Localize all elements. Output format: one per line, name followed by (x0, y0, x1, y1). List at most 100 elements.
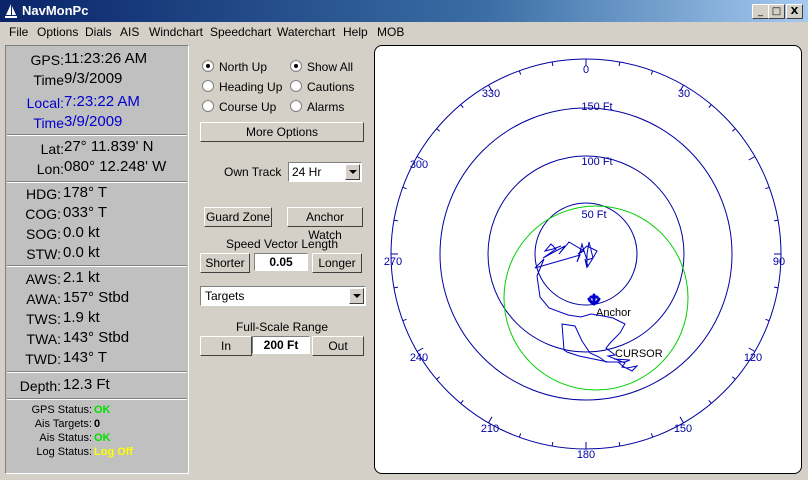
separator (7, 181, 187, 183)
radio-icon (202, 100, 214, 112)
more-options-button[interactable]: More Options (200, 122, 364, 142)
bearing-tick (650, 70, 654, 75)
stw-value: 0.0 kt (63, 244, 100, 261)
bearing-tick (393, 286, 398, 289)
heading-up-radio[interactable]: Heading Up (202, 80, 282, 94)
bearing-tick (393, 219, 398, 222)
ring-150ft (439, 107, 733, 401)
menu-help[interactable]: Help (343, 25, 368, 39)
controls-panel: North Up Heading Up Course Up Show All C… (196, 45, 368, 472)
separator (7, 265, 187, 267)
bearing-tick (436, 376, 441, 380)
maximize-button[interactable]: □ (768, 4, 785, 19)
cautions-radio[interactable]: Cautions (290, 80, 354, 94)
bearing-ticks (391, 59, 781, 449)
longer-button[interactable]: Longer (312, 253, 362, 273)
menu-dials[interactable]: Dials (85, 25, 112, 39)
dropdown-arrow-icon[interactable] (345, 164, 360, 180)
menu-options[interactable]: Options (37, 25, 78, 39)
speed-vector-label: Speed Vector Length (225, 237, 339, 251)
bearing-tick (708, 104, 712, 109)
guard-zone-button[interactable]: Guard Zone (204, 207, 272, 227)
anchor-icon (587, 293, 601, 306)
bearing-tick (765, 186, 770, 190)
menu-speedchart[interactable]: Speedchart (210, 25, 271, 39)
bearing-tick (618, 61, 621, 66)
zoom-in-button[interactable]: In (200, 336, 252, 356)
anchor-watch-button[interactable]: Anchor Watch (287, 207, 363, 242)
targets-select[interactable]: Targets (200, 286, 366, 306)
ais-status-label: Ais Status: (39, 432, 92, 444)
bearing-tick (748, 347, 756, 352)
ais-targets-value: 0 (94, 418, 101, 430)
twa-value: 143° Stbd (63, 329, 130, 346)
menu-file[interactable]: File (9, 25, 28, 39)
radar-display[interactable]: 0 30 90 120 150 180 210 240 270 300 330 … (374, 45, 802, 474)
bearing-tick (518, 70, 522, 75)
radio-icon (290, 80, 302, 92)
menu-bar: File Options Dials AIS Windchart Speedch… (0, 22, 808, 42)
bearing-label-120: 120 (744, 352, 762, 364)
lat-label: Lat: (40, 141, 64, 157)
tws-label: TWS: (26, 311, 61, 327)
twa-label: TWA: (26, 331, 61, 347)
local-time-label: Local: (26, 95, 64, 111)
bearing-tick (765, 318, 770, 322)
instrument-panel: GPS: 11:23:26 AM Time 9/3/2009 Local: 7:… (5, 45, 189, 474)
range-value: 200 Ft (252, 336, 310, 354)
outer-ring (390, 58, 782, 450)
menu-ais[interactable]: AIS (120, 25, 139, 39)
lat-value: 27° 11.839' N (64, 138, 154, 155)
north-up-radio[interactable]: North Up (202, 60, 267, 74)
bearing-label-0: 0 (583, 64, 589, 76)
zoom-out-button[interactable]: Out (312, 336, 364, 356)
bearing-tick (708, 399, 712, 404)
separator (7, 134, 187, 136)
menu-waterchart[interactable]: Waterchart (277, 25, 335, 39)
tws-value: 1.9 kt (63, 309, 100, 326)
full-scale-range-label: Full-Scale Range (235, 320, 329, 334)
bearing-tick (518, 433, 522, 438)
bearing-tick (436, 128, 441, 132)
shorter-button[interactable]: Shorter (200, 253, 250, 273)
bearing-tick (402, 318, 407, 322)
minimize-button[interactable]: _ (752, 4, 769, 19)
separator (7, 398, 187, 400)
radio-icon (202, 80, 214, 92)
cog-value: 033° T (63, 204, 108, 221)
bearing-label-90: 90 (773, 256, 785, 268)
ring-label-100ft: 100 Ft (581, 156, 612, 168)
bearing-tick (731, 376, 736, 380)
bearing-tick (551, 442, 554, 447)
gps-time-label: GPS: (30, 52, 64, 68)
anchor-label: Anchor (596, 307, 631, 319)
sog-label: SOG: (25, 226, 61, 242)
gps-status-value: OK (94, 404, 111, 416)
close-button[interactable]: X (786, 4, 803, 19)
sog-value: 0.0 kt (63, 224, 100, 241)
gps-time-value: 11:23:26 AM (64, 50, 148, 67)
bearing-label-150: 150 (674, 423, 692, 435)
menu-windchart[interactable]: Windchart (149, 25, 203, 39)
bearing-label-330: 330 (482, 88, 500, 100)
menu-mob[interactable]: MOB (377, 25, 404, 39)
north-up-label: North Up (219, 60, 268, 74)
show-all-radio[interactable]: Show All (290, 60, 353, 74)
own-track-select[interactable]: 24 Hr (288, 162, 362, 182)
gps-date-label: Time (33, 72, 64, 88)
cautions-label: Cautions (307, 80, 355, 94)
hdg-value: 178° T (63, 184, 108, 201)
awa-label: AWA: (26, 291, 61, 307)
own-track-label: Own Track (224, 165, 282, 179)
cursor-label: CURSOR (615, 348, 663, 360)
heading-up-label: Heading Up (219, 80, 283, 94)
radar-plot[interactable]: 0 30 90 120 150 180 210 240 270 300 330 … (375, 46, 801, 473)
bearing-label-180: 180 (577, 449, 595, 461)
ais-targets-label: Ais Targets: (34, 418, 92, 430)
course-up-radio[interactable]: Course Up (202, 100, 276, 114)
show-all-label: Show All (307, 60, 354, 74)
dropdown-arrow-icon[interactable] (349, 288, 364, 304)
bearing-tick (748, 156, 756, 161)
alarms-radio[interactable]: Alarms (290, 100, 344, 114)
log-status-label: Log Status: (36, 446, 92, 458)
